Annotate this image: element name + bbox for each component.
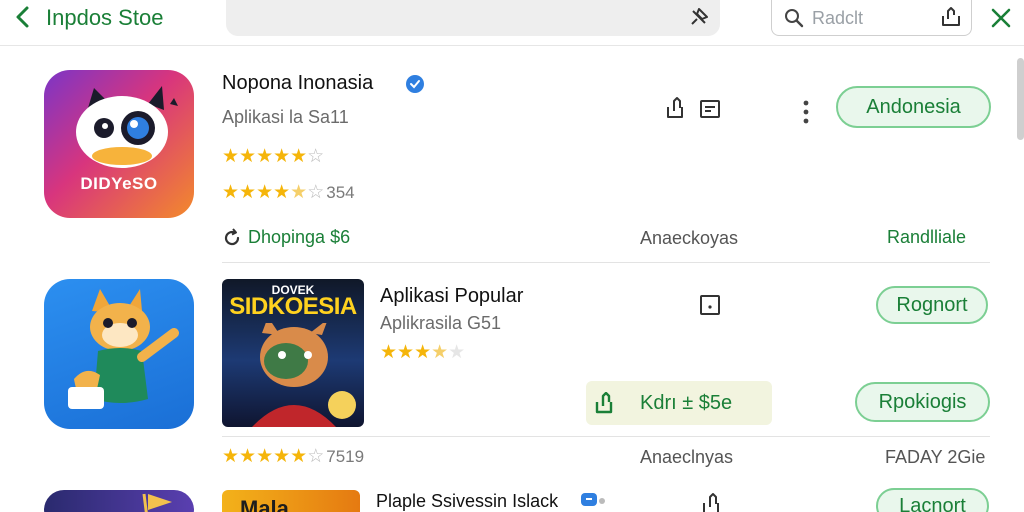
verified-badge-icon [406, 75, 424, 93]
rating-count: 354 [326, 183, 355, 202]
stars-filled: ★★★★★ [222, 146, 308, 167]
address-bar[interactable] [226, 0, 720, 36]
app-subtitle: Aplikasi la Sa11 [222, 107, 349, 127]
category-label: Anaeckoyas [640, 228, 739, 248]
top-bar: Inpdos Stoe Radclt [0, 0, 1024, 46]
chat-badge-icon [581, 493, 605, 506]
star-rating: ★★★★★ ☆ [222, 146, 324, 168]
star-empty-icon: ☆ [307, 182, 325, 203]
pin-icon[interactable] [688, 6, 710, 28]
status-label: FADAY 2Gie [885, 447, 986, 467]
category-label: Anaeclnyas [640, 447, 734, 467]
refresh-icon [224, 228, 240, 246]
app-icon-2[interactable] [44, 279, 194, 429]
bookmark-icon[interactable] [698, 98, 722, 122]
store-title: Inpdos Stoe [46, 5, 164, 30]
star-empty-icon: ☆ [307, 146, 325, 167]
search-placeholder: Radclt [812, 8, 864, 28]
share-icon[interactable] [664, 96, 688, 120]
stars-filled: ★★★★ [222, 446, 291, 467]
app-title[interactable]: Aplikasi Popular [380, 285, 523, 308]
app-title[interactable]: Plaple Ssivessin Islack [376, 491, 558, 512]
install-button[interactable]: Rognort [876, 286, 988, 324]
rating-count: 7519 [326, 447, 365, 466]
star-half-icon: ★ [431, 342, 449, 363]
fox-mascot-icon [68, 289, 179, 409]
scrollbar-thumb[interactable] [1017, 58, 1024, 140]
more-options-icon[interactable] [800, 98, 812, 126]
bookmark-icon[interactable] [698, 293, 722, 317]
app-icon-label: DIDYeSO [80, 174, 158, 193]
developer-link[interactable]: Dhopinga $6 [248, 227, 350, 248]
cat-character-icon [252, 323, 356, 427]
install-button[interactable]: Lacnort [876, 488, 989, 512]
thumbnail-title: SIDKOESIA [229, 293, 357, 320]
app-title[interactable]: Nopona Inonasia [222, 72, 373, 95]
share-icon[interactable] [700, 492, 724, 512]
share-icon[interactable] [939, 5, 963, 29]
row-divider [222, 262, 990, 263]
star-rating: ★★★★ ★ ☆ 7519 [222, 446, 364, 468]
buy-button[interactable]: Kdrı ± $5e [586, 381, 772, 425]
close-icon[interactable] [988, 5, 1014, 31]
star-filled-icon: ★ [290, 446, 308, 467]
flag-icon [142, 493, 172, 512]
app-icon-1[interactable]: DIDYeSO [44, 70, 194, 218]
game-thumbnail[interactable]: Mala [222, 490, 360, 512]
star-empty-icon: ★ [448, 342, 466, 363]
install-button[interactable]: Andonesia [836, 86, 991, 128]
search-input[interactable]: Radclt [771, 0, 972, 36]
stars-filled: ★★★ [380, 342, 432, 363]
status-link[interactable]: Randlliale [887, 227, 966, 248]
share-icon [595, 392, 613, 414]
stars-filled: ★★★★ [222, 182, 291, 203]
game-thumbnail[interactable]: DOVEK SIDKOESIA [222, 279, 364, 427]
star-rating: ★★★ ★ ★ [380, 342, 465, 364]
app-subtitle: Aplikrasila G51 [380, 313, 502, 333]
price-label: Kdrı ± $5e [640, 391, 733, 414]
duck-mascot-icon [76, 86, 178, 168]
open-button[interactable]: Rpokiogis [855, 382, 990, 422]
thumbnail-title: Mala [240, 496, 289, 512]
search-icon [785, 9, 804, 28]
star-rating-secondary: ★★★★ ★ ☆ 354 [222, 182, 355, 204]
back-arrow-icon[interactable] [10, 4, 36, 30]
star-half-icon: ★ [290, 182, 308, 203]
app-icon-3[interactable] [44, 490, 194, 512]
row-divider [222, 436, 990, 437]
star-empty-icon: ☆ [307, 446, 325, 467]
